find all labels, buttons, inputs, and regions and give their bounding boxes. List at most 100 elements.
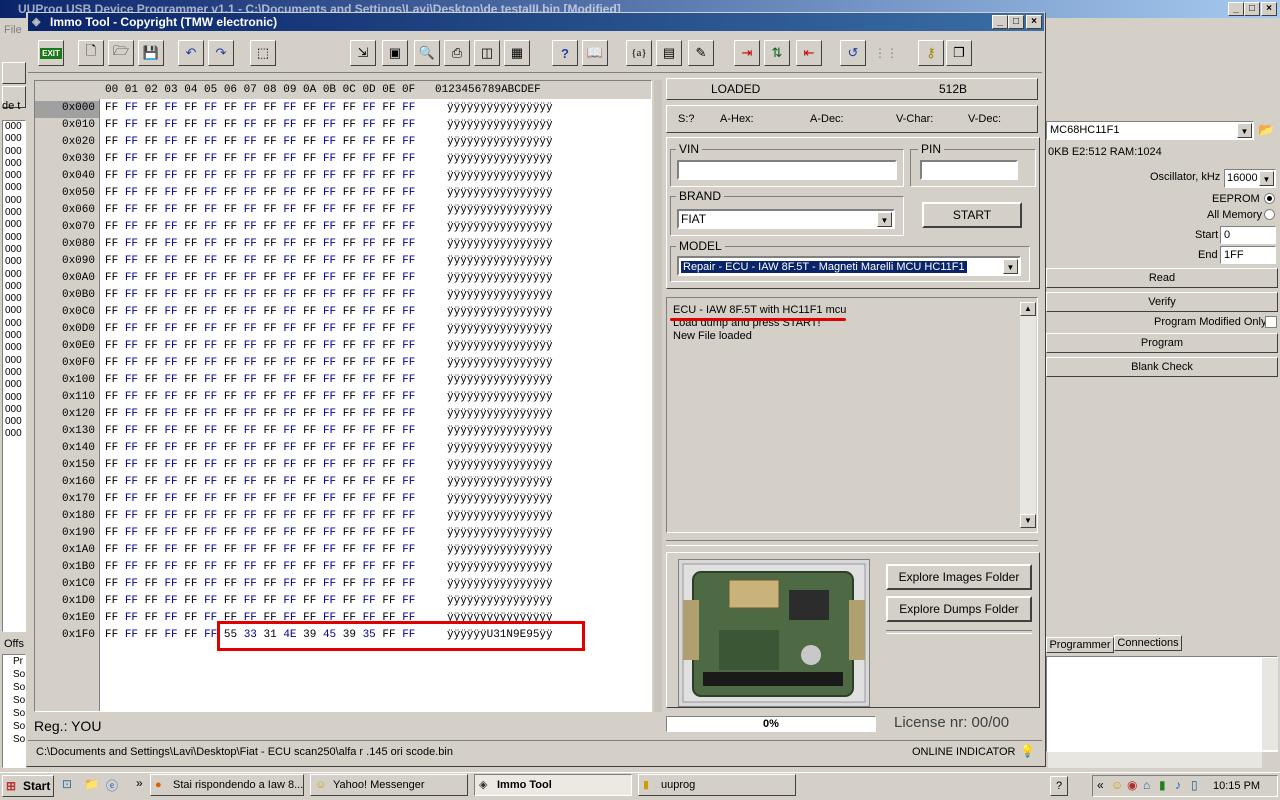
hex-byte[interactable]: FF <box>323 187 336 199</box>
calculator-icon[interactable]: ▤ <box>656 40 682 66</box>
hex-byte[interactable]: FF <box>402 136 415 148</box>
hex-byte[interactable]: FF <box>363 425 376 437</box>
hex-byte[interactable]: FF <box>224 102 237 114</box>
hex-byte[interactable]: FF <box>264 459 277 471</box>
hex-row-bytes[interactable]: FF FF FF FF FF FF FF FF FF FF FF FF FF F… <box>105 406 415 423</box>
hex-byte[interactable]: FF <box>283 595 296 607</box>
hex-byte[interactable]: FF <box>125 221 138 233</box>
hex-row-bytes[interactable]: FF FF FF FF FF FF FF FF FF FF FF FF FF F… <box>105 287 415 304</box>
hex-byte[interactable]: FF <box>264 204 277 216</box>
hex-row[interactable]: 0x010 FF FF FF FF FF FF FF FF FF FF FF FF… <box>35 117 651 134</box>
maximize-button[interactable]: □ <box>1008 15 1024 29</box>
hex-byte[interactable]: FF <box>244 272 257 284</box>
hex-byte[interactable]: FF <box>145 102 158 114</box>
log-scrollbar[interactable]: ▲ ▼ <box>1020 302 1036 528</box>
hex-byte[interactable]: FF <box>402 442 415 454</box>
hex-byte[interactable]: FF <box>105 170 118 182</box>
hex-byte[interactable]: FF <box>164 204 177 216</box>
hex-byte[interactable]: FF <box>363 510 376 522</box>
hex-byte[interactable]: FF <box>164 272 177 284</box>
hex-byte[interactable]: FF <box>105 187 118 199</box>
hex-byte[interactable]: FF <box>382 493 395 505</box>
hex-byte[interactable]: FF <box>184 561 197 573</box>
hex-byte[interactable]: FF <box>204 527 217 539</box>
hex-byte[interactable]: FF <box>145 595 158 607</box>
swap-icon[interactable]: ⇅ <box>764 40 790 66</box>
hex-byte[interactable]: FF <box>303 527 316 539</box>
hex-byte[interactable]: FF <box>105 102 118 114</box>
hex-byte[interactable]: FF <box>382 340 395 352</box>
hex-row-bytes[interactable]: FF FF FF FF FF FF FF FF FF FF FF FF FF F… <box>105 202 415 219</box>
hex-byte[interactable]: FF <box>125 340 138 352</box>
hex-byte[interactable]: FF <box>244 544 257 556</box>
hex-byte[interactable]: FF <box>303 357 316 369</box>
hex-byte[interactable]: FF <box>283 221 296 233</box>
hex-row-bytes[interactable]: FF FF FF FF FF FF FF FF FF FF FF FF FF F… <box>105 151 415 168</box>
hex-byte[interactable]: FF <box>382 221 395 233</box>
hex-byte[interactable]: FF <box>283 289 296 301</box>
hex-byte[interactable]: FF <box>204 255 217 267</box>
hex-byte[interactable]: FF <box>224 527 237 539</box>
hex-byte[interactable]: FF <box>224 561 237 573</box>
hex-byte[interactable]: FF <box>145 408 158 420</box>
hex-byte[interactable]: FF <box>363 595 376 607</box>
bg-tab-programmer[interactable]: Programmer <box>1046 637 1114 653</box>
hex-byte[interactable]: FF <box>164 442 177 454</box>
hex-byte[interactable]: FF <box>224 272 237 284</box>
hex-byte[interactable]: FF <box>204 629 217 641</box>
bg-list-item[interactable]: 000 <box>3 416 25 428</box>
hex-byte[interactable]: FF <box>343 136 356 148</box>
hex-byte[interactable]: FF <box>283 323 296 335</box>
hex-byte[interactable]: FF <box>125 289 138 301</box>
hex-row-ascii[interactable]: ÿÿÿÿÿÿÿÿÿÿÿÿÿÿÿÿ <box>447 423 553 440</box>
hex-byte[interactable]: FF <box>264 153 277 165</box>
start-button[interactable]: START <box>922 202 1022 228</box>
hex-byte[interactable]: FF <box>224 493 237 505</box>
hex-byte[interactable]: FF <box>105 221 118 233</box>
hex-byte[interactable]: FF <box>184 442 197 454</box>
hex-byte[interactable]: FF <box>363 221 376 233</box>
hex-row-ascii[interactable]: ÿÿÿÿÿÿÿÿÿÿÿÿÿÿÿÿ <box>447 253 553 270</box>
hex-byte[interactable]: FF <box>382 391 395 403</box>
hex-byte[interactable]: FF <box>184 153 197 165</box>
hex-byte[interactable]: FF <box>105 493 118 505</box>
hex-byte[interactable]: FF <box>145 136 158 148</box>
tray-network-icon[interactable]: ⌂ <box>1143 778 1150 792</box>
hex-byte[interactable]: FF <box>105 442 118 454</box>
hex-byte[interactable]: FF <box>343 255 356 267</box>
hex-byte[interactable]: FF <box>283 238 296 250</box>
hex-byte[interactable]: FF <box>363 204 376 216</box>
hex-byte[interactable]: FF <box>283 357 296 369</box>
hex-byte[interactable]: FF <box>323 595 336 607</box>
hex-byte[interactable]: FF <box>184 238 197 250</box>
task-uuprog[interactable]: ▮ uuprog <box>638 774 796 796</box>
bg-eeprom-radio[interactable] <box>1264 193 1275 204</box>
quicklaunch-chevron[interactable]: » <box>136 776 143 790</box>
hex-byte[interactable]: FF <box>244 306 257 318</box>
hex-byte[interactable]: FF <box>145 170 158 182</box>
hex-byte[interactable]: FF <box>164 119 177 131</box>
hex-byte[interactable]: FF <box>184 289 197 301</box>
hex-row-ascii[interactable]: ÿÿÿÿÿÿÿÿÿÿÿÿÿÿÿÿ <box>447 576 553 593</box>
bg-list-item[interactable]: 000 <box>3 158 25 170</box>
hex-row-ascii[interactable]: ÿÿÿÿÿÿÿÿÿÿÿÿÿÿÿÿ <box>447 134 553 151</box>
hex-byte[interactable]: FF <box>145 221 158 233</box>
hex-row-ascii[interactable]: ÿÿÿÿÿÿÿÿÿÿÿÿÿÿÿÿ <box>447 559 553 576</box>
bg-menu-file[interactable]: File <box>4 24 22 36</box>
hex-byte[interactable]: FF <box>402 102 415 114</box>
hex-byte[interactable]: FF <box>343 459 356 471</box>
hex-byte[interactable]: FF <box>204 119 217 131</box>
hex-row-bytes[interactable]: FF FF FF FF FF FF FF FF FF FF FF FF FF F… <box>105 491 415 508</box>
hex-byte[interactable]: FF <box>204 204 217 216</box>
hex-byte[interactable]: FF <box>343 442 356 454</box>
hex-byte[interactable]: FF <box>164 153 177 165</box>
hex-byte[interactable]: FF <box>125 119 138 131</box>
hex-byte[interactable]: FF <box>264 136 277 148</box>
hex-byte[interactable]: FF <box>343 391 356 403</box>
bg-list-item[interactable]: 000 <box>3 207 25 219</box>
bg-list-item[interactable]: 000 <box>3 232 25 244</box>
hex-byte[interactable]: FF <box>184 170 197 182</box>
hex-byte[interactable]: FF <box>363 442 376 454</box>
hex-byte[interactable]: FF <box>204 459 217 471</box>
hex-byte[interactable]: FF <box>283 119 296 131</box>
